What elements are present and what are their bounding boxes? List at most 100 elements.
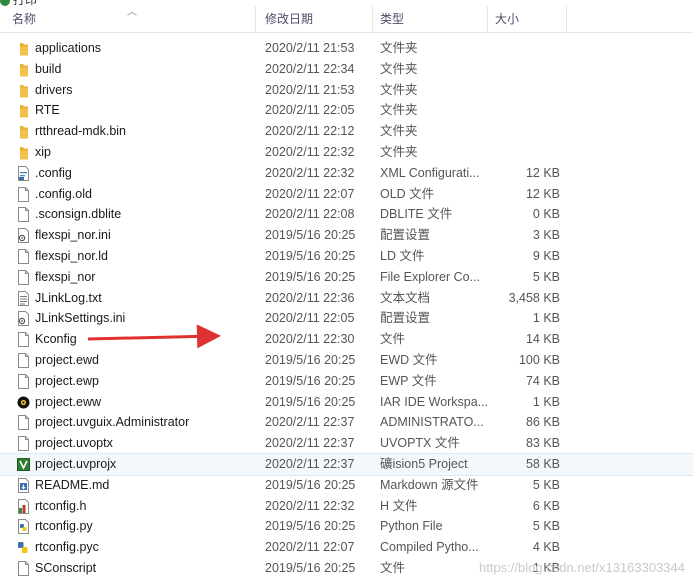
file-modified: 2020/2/11 22:32 (265, 498, 355, 513)
file-row[interactable]: rtthread-mdk.bin 2020/2/11 22:12 文件夹 (0, 121, 693, 142)
file-name: applications (35, 41, 102, 55)
file-type: Compiled Pytho... (380, 540, 479, 555)
file-icon (17, 352, 30, 368)
file-row[interactable]: project.ewd 2019/5/16 20:25 EWD 文件 100 KB (0, 350, 693, 371)
file-modified: 2020/2/11 22:08 (265, 207, 355, 222)
file-row[interactable]: rtconfig.pyc 2020/2/11 22:07 Compiled Pyth… (0, 537, 693, 558)
file-type: XML Configurati... (380, 165, 480, 180)
file-size: 83 KB (525, 436, 560, 451)
file-row[interactable]: .config.old 2020/2/11 22:07 OLD 文件 12 KB (0, 184, 693, 205)
file-row[interactable]: .config 2020/2/11 22:32 XML Configurati...… (0, 163, 693, 184)
file-type: H 文件 (380, 498, 418, 513)
file-size: 12 KB (525, 186, 560, 201)
file-type: OLD 文件 (380, 186, 435, 201)
file-modified: 2019/5/16 20:25 (265, 248, 356, 263)
file-row[interactable]: rtconfig.h 2020/2/11 22:32 H 文件 6 KB (0, 496, 693, 517)
file-type: 文本文档 (380, 290, 431, 305)
file-modified: 2020/2/11 22:34 (265, 61, 355, 76)
file-size: 9 KB (532, 248, 560, 263)
watermark: https://blog.csdn.net/x13163303344 (479, 560, 685, 575)
file-size: 12 KB (525, 165, 560, 180)
file-size: 86 KB (525, 415, 560, 430)
file-modified: 2020/2/11 22:32 (265, 144, 355, 159)
file-name: flexspi_nor.ini (35, 228, 111, 243)
file-row[interactable]: .sconsign.dblite 2020/2/11 22:08 DBLITE 文件… (0, 204, 693, 225)
file-type: 文件夹 (380, 103, 418, 118)
file-row[interactable]: project.eww 2019/5/16 20:25 IAR IDE Worksp… (0, 392, 693, 413)
file-name: Kconfig (35, 332, 77, 347)
file-size: 100 KB (518, 352, 560, 367)
file-row[interactable]: project.uvprojx 2020/2/11 22:37 礦ision5 Pr… (0, 452, 693, 476)
column-header-type[interactable]: 类型 (374, 6, 488, 32)
file-name: xip (35, 144, 51, 159)
file-modified: 2019/5/16 20:25 (265, 228, 356, 243)
python-file-icon (17, 519, 30, 535)
file-modified: 2020/2/11 22:37 (265, 436, 355, 451)
file-size: 3 KB (532, 228, 560, 243)
file-name: .config (35, 165, 72, 180)
file-row[interactable]: rtconfig.py 2019/5/16 20:25 Python File 5 K… (0, 516, 693, 537)
folder-icon (17, 83, 30, 98)
file-name: rtconfig.py (35, 519, 93, 534)
folder-icon (17, 124, 30, 139)
column-header-size[interactable]: 大小 (489, 6, 567, 32)
file-size: 5 KB (532, 269, 560, 284)
file-size: 0 KB (532, 207, 560, 222)
file-row[interactable]: README.md 2019/5/16 20:25 Markdown 源文件 5 KB (0, 475, 693, 496)
file-modified: 2020/2/11 22:07 (265, 186, 355, 201)
column-header-modified[interactable]: 修改日期 (259, 6, 373, 32)
uvision-project-icon (17, 457, 30, 472)
file-row[interactable]: JLinkLog.txt 2020/2/11 22:36 文本文档 3,458 KB (0, 288, 693, 309)
file-type: LD 文件 (380, 248, 425, 263)
file-row[interactable]: JLinkSettings.ini 2020/2/11 22:05 配置设置 1 KB (0, 308, 693, 329)
file-name: project.uvprojx (35, 456, 117, 471)
file-size: 6 KB (532, 498, 560, 513)
file-type: UVOPTX 文件 (380, 436, 460, 451)
file-size: 4 KB (532, 540, 560, 555)
folder-icon (17, 145, 30, 160)
file-row[interactable]: flexspi_nor.ini 2019/5/16 20:25 配置设置 3 KB (0, 225, 693, 246)
file-row[interactable]: flexspi_nor.ld 2019/5/16 20:25 LD 文件 9 KB (0, 246, 693, 267)
settings-file-icon (17, 228, 30, 244)
file-row[interactable]: project.uvguix.Administrator 2020/2/11 22… (0, 412, 693, 433)
file-name: RTE (35, 103, 60, 118)
file-row[interactable]: build 2020/2/11 22:34 文件夹 (0, 59, 693, 80)
file-type: 配置设置 (380, 311, 431, 326)
file-row[interactable]: drivers 2020/2/11 21:53 文件夹 (0, 80, 693, 101)
file-row[interactable]: Kconfig 2020/2/11 22:30 文件 14 KB (0, 329, 693, 350)
file-name: rtthread-mdk.bin (35, 124, 127, 139)
file-icon (17, 207, 30, 223)
file-row[interactable]: xip 2020/2/11 22:32 文件夹 (0, 142, 693, 163)
file-type: 文件夹 (380, 61, 418, 76)
column-header-name[interactable]: 名称 (6, 6, 256, 32)
file-name: project.ewd (35, 352, 99, 367)
file-icon (17, 373, 30, 389)
folder-icon (17, 41, 30, 56)
file-modified: 2020/2/11 22:37 (265, 456, 355, 471)
header-file-icon (17, 498, 30, 514)
file-row[interactable]: project.ewp 2019/5/16 20:25 EWP 文件 74 KB (0, 371, 693, 392)
file-row[interactable]: applications 2020/2/11 21:53 文件夹 (0, 38, 693, 59)
file-modified: 2019/5/16 20:25 (265, 477, 356, 492)
file-name: flexspi_nor.ld (35, 248, 108, 263)
file-name: SConscript (35, 560, 97, 575)
settings-file-icon (17, 311, 30, 327)
file-size: 1 KB (532, 311, 560, 326)
file-name: project.uvoptx (35, 436, 113, 451)
file-row[interactable]: project.uvoptx 2020/2/11 22:37 UVOPTX 文件 83… (0, 433, 693, 454)
file-name: drivers (35, 82, 73, 97)
file-type: EWP 文件 (380, 373, 437, 388)
file-modified: 2020/2/11 22:12 (265, 124, 355, 139)
file-icon (17, 186, 30, 202)
folder-icon (17, 103, 30, 118)
file-name: project.eww (35, 394, 101, 409)
file-modified: 2019/5/16 20:25 (265, 394, 356, 409)
file-modified: 2020/2/11 21:53 (265, 82, 355, 97)
file-row[interactable]: flexspi_nor 2019/5/16 20:25 File Explorer … (0, 267, 693, 288)
file-size: 1 KB (532, 394, 560, 409)
file-modified: 2020/2/11 22:37 (265, 415, 355, 430)
file-name: project.uvguix.Administrator (35, 415, 190, 430)
file-row[interactable]: RTE 2020/2/11 22:05 文件夹 (0, 100, 693, 121)
file-name: README.md (35, 477, 110, 492)
file-modified: 2019/5/16 20:25 (265, 373, 356, 388)
